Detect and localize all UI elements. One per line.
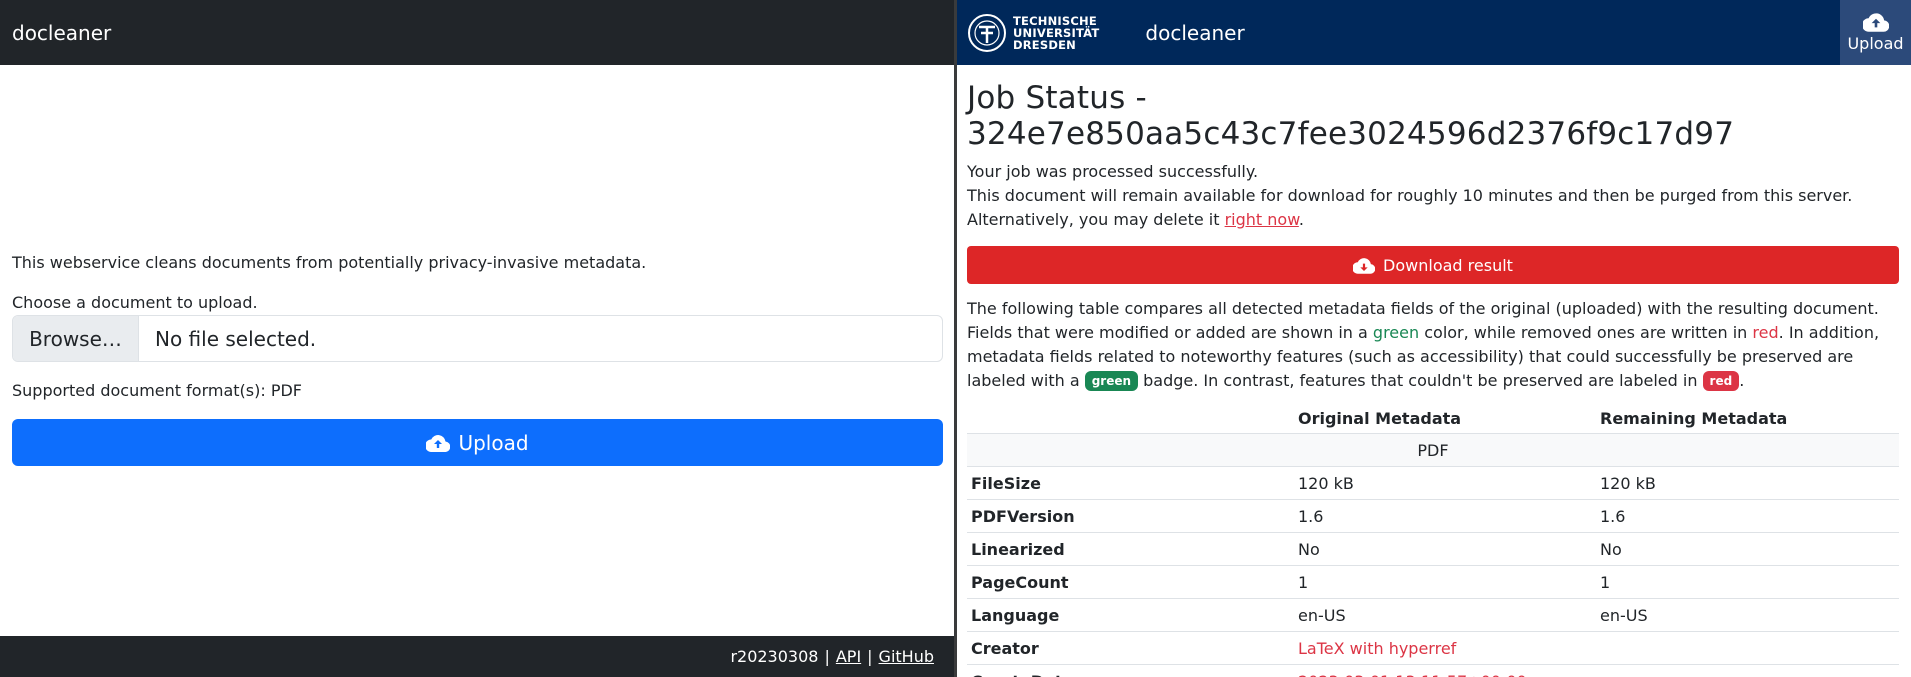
cell-rem: en-US [1596, 598, 1899, 632]
tud-logo[interactable]: TECHNISCHE UNIVERSITÄT DRESDEN [967, 13, 1099, 53]
metadata-table: Original Metadata Remaining Metadata PDF… [967, 402, 1899, 677]
choose-label: Choose a document to upload. [12, 293, 258, 312]
cell-key: Linearized [967, 532, 1294, 566]
cell-orig: 1 [1294, 565, 1596, 599]
group-label: PDF [967, 433, 1899, 467]
table-row: Language en-US en-US [967, 598, 1899, 632]
cell-rem: 1 [1596, 565, 1899, 599]
cell-key: FileSize [967, 466, 1294, 500]
intro-text: This webservice cleans documents from po… [12, 253, 647, 272]
delete-now-link[interactable]: right now [1225, 210, 1299, 229]
table-row: PDFVersion 1.6 1.6 [967, 499, 1899, 533]
supported-formats: Supported document format(s): PDF [12, 381, 302, 400]
right-brand[interactable]: docleaner [1145, 21, 1244, 45]
right-window: TECHNISCHE UNIVERSITÄT DRESDEN docleaner… [957, 0, 1911, 677]
footer-sep: | [824, 647, 830, 666]
download-label: Download result [1383, 255, 1513, 275]
download-result-button[interactable]: Download result [967, 246, 1899, 284]
left-window: docleaner This webservice cleans documen… [0, 0, 954, 677]
cloud-upload-icon [426, 434, 451, 452]
table-row: PageCount 1 1 [967, 565, 1899, 599]
table-row: FileSize 120 kB 120 kB [967, 466, 1899, 500]
column-header: Remaining Metadata [1596, 402, 1899, 434]
column-header: Original Metadata [1294, 402, 1596, 434]
table-row: Creator LaTeX with hyperref [967, 631, 1899, 665]
version-text: r20230308 [730, 647, 819, 666]
right-navbar: TECHNISCHE UNIVERSITÄT DRESDEN docleaner… [957, 0, 1911, 65]
tud-logo-text: TECHNISCHE UNIVERSITÄT DRESDEN [1013, 13, 1100, 52]
green-badge: green [1084, 371, 1139, 391]
upload-label: Upload [458, 430, 529, 455]
nav-upload-button[interactable]: Upload [1840, 0, 1911, 65]
left-brand[interactable]: docleaner [12, 21, 111, 45]
cell-key: Language [967, 598, 1294, 632]
tud-seal-icon [968, 13, 1006, 52]
browse-button[interactable]: Browse… [13, 316, 139, 361]
red-badge: red [1702, 371, 1740, 391]
cell-key: Creator [967, 631, 1294, 665]
cell-orig: LaTeX with hyperref [1294, 631, 1596, 665]
footer-sep: | [867, 647, 873, 666]
left-footer: r20230308 | API | GitHub [0, 636, 954, 677]
cell-orig: en-US [1294, 598, 1596, 632]
github-link[interactable]: GitHub [879, 647, 934, 666]
cell-rem [1596, 631, 1899, 665]
cell-orig: 120 kB [1294, 466, 1596, 500]
status-message: Your job was processed successfully. Thi… [967, 162, 1853, 229]
table-group-row: PDF [967, 433, 1899, 467]
cell-rem [1596, 664, 1899, 677]
column-header [967, 402, 1294, 434]
cloud-download-icon [1353, 257, 1376, 274]
cell-orig: No [1294, 532, 1596, 566]
cell-key: PageCount [967, 565, 1294, 599]
nav-upload-label: Upload [1847, 34, 1904, 53]
table-header-row: Original Metadata Remaining Metadata [967, 402, 1899, 434]
file-status: No file selected. [155, 326, 317, 351]
job-status: Job Status - 324e7e850aa5c43c7fee3024596… [967, 65, 1899, 677]
cell-rem: 1.6 [1596, 499, 1899, 533]
left-navbar: docleaner [0, 0, 954, 65]
cell-orig: 2023:03:01 13:11:57+00:00 [1294, 664, 1596, 677]
api-link[interactable]: API [836, 647, 861, 666]
table-explanation: The following table compares all detecte… [967, 299, 1880, 391]
table-row: Linearized No No [967, 532, 1899, 566]
file-input[interactable]: Browse… No file selected. [12, 315, 943, 362]
cell-rem: No [1596, 532, 1899, 566]
page-title: Job Status - 324e7e850aa5c43c7fee3024596… [967, 80, 1735, 152]
cell-key: CreateDate [967, 664, 1294, 677]
cloud-upload-icon [1862, 13, 1889, 32]
cell-orig: 1.6 [1294, 499, 1596, 533]
cell-key: PDFVersion [967, 499, 1294, 533]
upload-button[interactable]: Upload [12, 419, 943, 466]
cell-rem: 120 kB [1596, 466, 1899, 500]
table-row: CreateDate2023:03:01 13:11:57+00:00 [967, 664, 1899, 677]
